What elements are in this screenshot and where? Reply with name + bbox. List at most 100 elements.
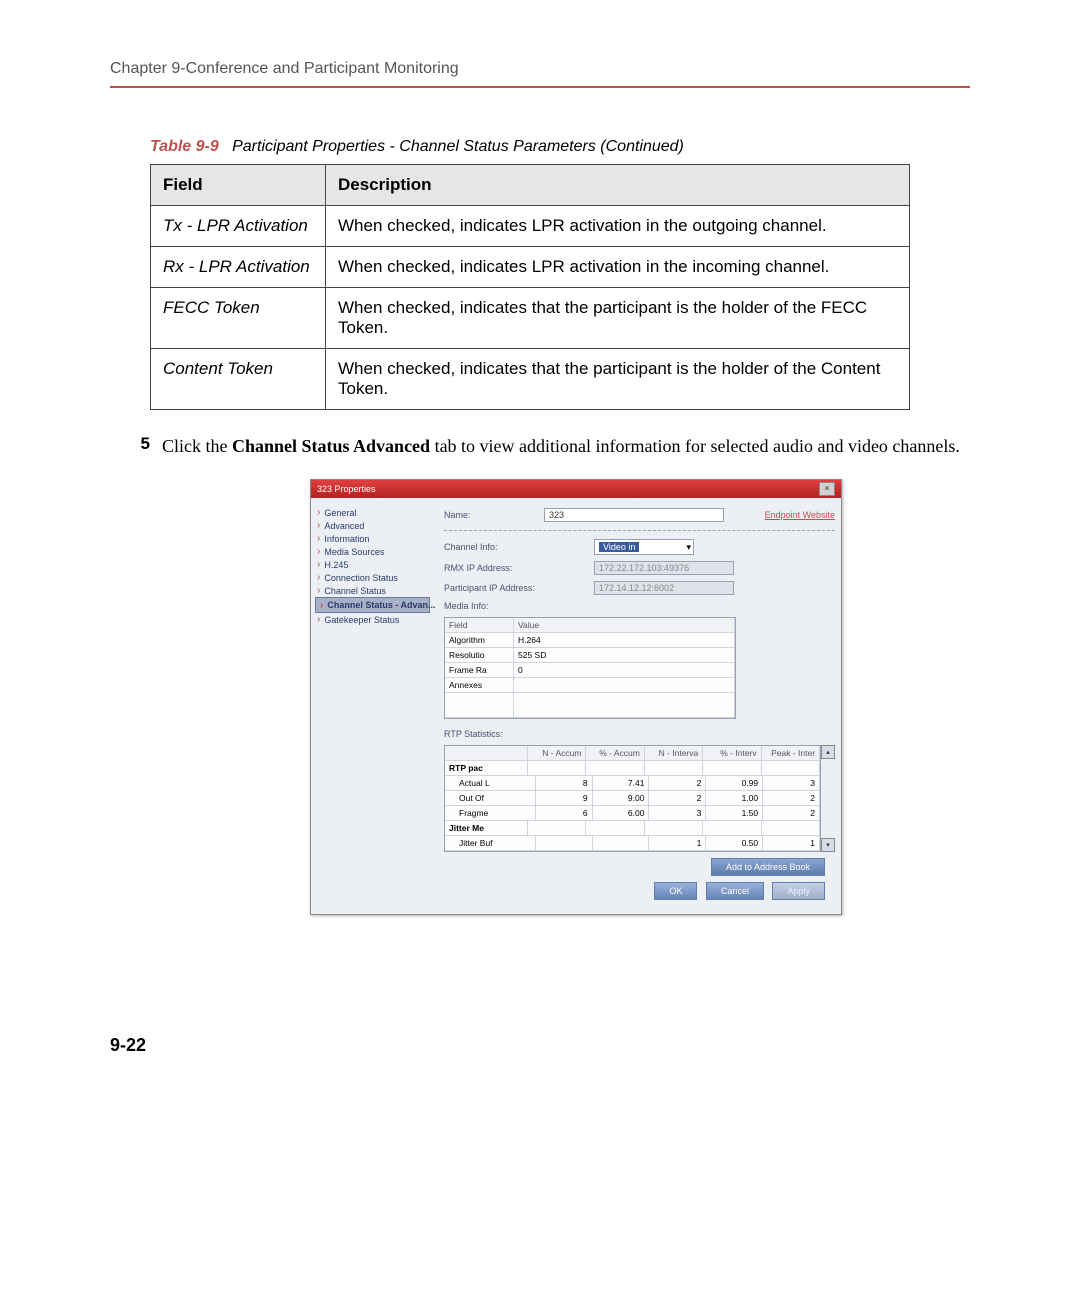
- rtp-th: N - Interva: [645, 746, 703, 760]
- table-row: Content Token When checked, indicates th…: [151, 349, 910, 410]
- chevron-down-icon: ▾: [686, 542, 691, 553]
- endpoint-website-link[interactable]: Endpoint Website: [765, 510, 835, 520]
- chevron-icon: ›: [317, 559, 320, 570]
- channel-info-select[interactable]: Video in ▾: [594, 539, 694, 555]
- media-info-table: Field Value AlgorithmH.264 Resolutio525 …: [444, 617, 736, 719]
- rmx-ip-value: 172.22.172.103:49376: [594, 561, 734, 575]
- cell-desc: When checked, indicates that the partici…: [326, 288, 910, 349]
- media-th-field: Field: [445, 618, 514, 632]
- scroll-up-icon[interactable]: ▴: [821, 745, 835, 759]
- chevron-icon: ›: [317, 533, 320, 544]
- params-table: Field Description Tx - LPR Activation Wh…: [150, 164, 910, 410]
- media-cell: Algorithm: [445, 633, 514, 647]
- channel-info-label: Channel Info:: [444, 542, 594, 552]
- rmx-ip-label: RMX IP Address:: [444, 563, 594, 573]
- rtp-cell: 2: [649, 776, 706, 790]
- sidebar-item-media-sources[interactable]: ›Media Sources: [315, 545, 430, 558]
- table-row: Rx - LPR Activation When checked, indica…: [151, 247, 910, 288]
- dialog-title: 323 Properties: [317, 484, 376, 494]
- th-field: Field: [151, 165, 326, 206]
- button-bar-2: OK Cancel Apply: [444, 879, 835, 908]
- step-text: Click the Channel Status Advanced tab to…: [162, 434, 960, 459]
- rtp-th: [445, 746, 528, 760]
- sidebar-item-label: Connection Status: [324, 573, 398, 583]
- sidebar-item-label: Channel Status: [324, 586, 386, 596]
- chevron-icon: ›: [317, 572, 320, 583]
- rtp-cell: 2: [763, 791, 820, 805]
- sidebar-item-channel-status[interactable]: › Channel Status: [315, 584, 430, 597]
- step-5: 5 Click the Channel Status Advanced tab …: [110, 434, 970, 459]
- rtp-cell: 0.99: [706, 776, 763, 790]
- sidebar-item-label: General: [324, 508, 356, 518]
- rtp-th: N - Accum: [528, 746, 586, 760]
- sidebar-item-label: H.245: [324, 560, 348, 570]
- rtp-cell: 1.50: [706, 806, 763, 820]
- rtp-cell: 9.00: [593, 791, 650, 805]
- cell-field: Content Token: [151, 349, 326, 410]
- media-cell: [445, 693, 514, 717]
- rtp-cell: Actual L: [445, 776, 536, 790]
- cell-field: Tx - LPR Activation: [151, 206, 326, 247]
- rtp-cell: 2: [649, 791, 706, 805]
- step-bold: Channel Status Advanced: [232, 436, 430, 456]
- media-cell: 525 SD: [514, 648, 735, 662]
- rtp-cell: [536, 836, 593, 850]
- rtp-cell: 6: [536, 806, 593, 820]
- media-cell: H.264: [514, 633, 735, 647]
- rtp-th: % - Interv: [703, 746, 761, 760]
- media-cell: [514, 678, 735, 692]
- sidebar-item-h245[interactable]: › H.245: [315, 558, 430, 571]
- sidebar-item-information[interactable]: › Information: [315, 532, 430, 545]
- header-rule: [110, 86, 970, 88]
- sidebar-item-label: Information: [324, 534, 369, 544]
- rtp-cell: 1: [649, 836, 706, 850]
- sidebar-item-label: Advanced: [324, 521, 364, 531]
- sidebar-item-connection-status[interactable]: › Connection Status: [315, 571, 430, 584]
- media-info-label: Media Info:: [444, 601, 544, 611]
- table-desc: Participant Properties - Channel Status …: [232, 138, 684, 155]
- chevron-icon: ›: [317, 585, 320, 596]
- properties-dialog: 323 Properties × › General › Advanced › Inf…: [310, 479, 842, 915]
- page-number: 9-22: [110, 1035, 970, 1056]
- button-bar-1: Add to Address Book: [444, 852, 835, 879]
- media-cell: Resolutio: [445, 648, 514, 662]
- rtp-cell: Fragme: [445, 806, 536, 820]
- sidebar-item-label: Channel Status - Advan...: [327, 600, 435, 610]
- participant-ip-label: Participant IP Address:: [444, 583, 594, 593]
- rtp-cell: 0.50: [706, 836, 763, 850]
- rtp-cell: [593, 836, 650, 850]
- rtp-cell: 1: [763, 836, 820, 850]
- dialog-sidebar: ›General ›Advanced ›Information ›Media S…: [311, 498, 434, 914]
- rtp-cell: 9: [536, 791, 593, 805]
- chevron-icon: ›: [317, 520, 320, 531]
- sidebar-item-channel-status-advanced[interactable]: ›Channel Status - Advan...: [315, 597, 430, 613]
- sidebar-item-label: Media Sources: [324, 547, 384, 557]
- rtp-stats-table: N - Accum % - Accum N - Interva % - Inte…: [444, 745, 821, 852]
- sidebar-item-label: Gatekeeper Status: [324, 615, 399, 625]
- sidebar-item-gatekeeper-status[interactable]: › Gatekeeper Status: [315, 613, 430, 626]
- cell-desc: When checked, indicates LPR activation i…: [326, 247, 910, 288]
- name-input[interactable]: 323: [544, 508, 724, 522]
- table-row: FECC Token When checked, indicates that …: [151, 288, 910, 349]
- sidebar-item-general[interactable]: › General: [315, 506, 430, 519]
- close-icon[interactable]: ×: [819, 482, 835, 496]
- scroll-down-icon[interactable]: ▾: [821, 838, 835, 852]
- rtp-cell: 2: [763, 806, 820, 820]
- rtp-cell: Out Of: [445, 791, 536, 805]
- rtp-cell: 3: [649, 806, 706, 820]
- chevron-icon: ›: [317, 614, 320, 625]
- chevron-icon: ›: [317, 507, 320, 518]
- ok-button[interactable]: OK: [654, 882, 697, 900]
- rtp-cell: 1.00: [706, 791, 763, 805]
- dialog-main: Name: 323 Endpoint Website Channel Info:…: [434, 498, 845, 914]
- sidebar-item-advanced[interactable]: › Advanced: [315, 519, 430, 532]
- rtp-cell: 3: [763, 776, 820, 790]
- cell-field: Rx - LPR Activation: [151, 247, 326, 288]
- apply-button[interactable]: Apply: [772, 882, 825, 900]
- media-cell: Frame Ra: [445, 663, 514, 677]
- channel-info-value: Video in: [599, 542, 639, 552]
- cancel-button[interactable]: Cancel: [706, 882, 764, 900]
- rtp-stats-label: RTP Statistics:: [444, 729, 544, 739]
- name-label: Name:: [444, 510, 544, 520]
- add-to-address-book-button[interactable]: Add to Address Book: [711, 858, 825, 876]
